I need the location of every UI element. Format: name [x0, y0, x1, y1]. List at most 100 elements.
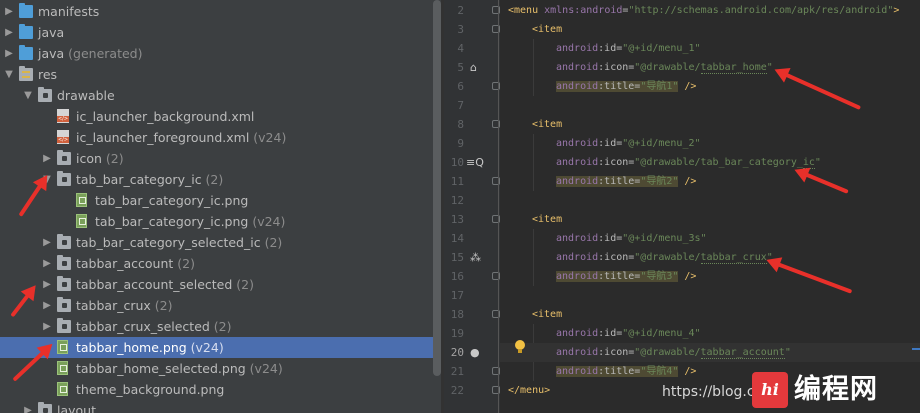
expand-right-icon[interactable]: ▶	[41, 295, 53, 316]
expand-down-icon[interactable]: ▼	[22, 85, 34, 106]
code-line[interactable]: <item	[500, 20, 920, 39]
code-line[interactable]: android:icon="@drawable/tab_bar_category…	[500, 153, 920, 172]
code-token: :title=	[598, 81, 641, 92]
code-line[interactable]: android:icon="@drawable/tabbar_account"	[500, 343, 920, 362]
tree-item[interactable]: tabbar_home_selected.png (v24)	[0, 358, 441, 379]
line-number: 16	[450, 270, 464, 283]
line-number: 7	[457, 99, 464, 112]
tree-item[interactable]: ▶ tabbar_account (2)	[0, 253, 441, 274]
code-line[interactable]	[500, 286, 920, 305]
tree-item[interactable]: ▶ tabbar_crux_selected (2)	[0, 316, 441, 337]
folder-icon	[38, 402, 52, 413]
tree-item[interactable]: ▶ java	[0, 22, 441, 43]
png-file-icon	[76, 214, 87, 228]
code-line[interactable]: android:id="@+id/menu_3s"	[500, 229, 920, 248]
code-token: <item	[532, 214, 563, 225]
folder-icon	[57, 255, 71, 270]
line-number: 22	[450, 384, 464, 397]
code-line[interactable]: <item	[500, 115, 920, 134]
expand-right-icon[interactable]: ▶	[22, 400, 34, 413]
code-editor[interactable]: <menu xmlns:android="http://schemas.andr…	[500, 0, 920, 413]
code-token: android	[556, 62, 599, 73]
code-token: "导航1"	[640, 81, 679, 92]
code-line[interactable]: android:icon="@drawable/tabbar_crux"	[500, 248, 920, 267]
intention-bulb-icon[interactable]	[515, 340, 525, 353]
tree-item[interactable]: </> ic_launcher_foreground.xml (v24)	[0, 127, 441, 148]
tree-item-suffix: (generated)	[64, 46, 143, 61]
code-token: tabbar_crux	[700, 252, 767, 264]
tree-item-label: tabbar_account	[76, 256, 174, 271]
tree-item[interactable]: ▼ res	[0, 64, 441, 85]
line-number: 14	[450, 232, 464, 245]
tree-item[interactable]: </> ic_launcher_background.xml	[0, 106, 441, 127]
code-token: :icon=	[598, 62, 635, 73]
account-icon[interactable]: ●	[470, 346, 480, 359]
tree-item-label: tabbar_home_selected.png	[76, 361, 246, 376]
line-number: 12	[450, 194, 464, 207]
code-token: <item	[532, 119, 563, 130]
tree-item[interactable]: ▶ tabbar_account_selected (2)	[0, 274, 441, 295]
tree-item[interactable]: ▼ drawable	[0, 85, 441, 106]
tree-item[interactable]: ▶ tabbar_crux (2)	[0, 295, 441, 316]
expand-right-icon[interactable]: ▶	[41, 232, 53, 253]
expand-right-icon[interactable]: ▶	[3, 1, 15, 22]
tree-item[interactable]: tabbar_home.png (v24)	[0, 337, 441, 358]
expand-right-icon[interactable]: ▶	[41, 253, 53, 274]
line-number: 10	[450, 156, 464, 169]
tree-item[interactable]: ▼tab_bar_category_ic (2)	[0, 169, 441, 190]
tree-item[interactable]: ▶ tab_bar_category_selected_ic (2)	[0, 232, 441, 253]
code-token: :id=	[598, 43, 623, 54]
crux-icon[interactable]: ⁂	[470, 251, 481, 264]
tree-item[interactable]: tab_bar_category_ic.png	[0, 190, 441, 211]
code-token: android	[556, 43, 599, 54]
code-line[interactable]: android:title="导航2" />	[500, 172, 920, 191]
code-token: "@+id/menu_4"	[622, 328, 701, 339]
code-line[interactable]: android:id="@+id/menu_4"	[500, 324, 920, 343]
category-search-icon[interactable]: ≡Q	[466, 156, 484, 169]
code-line[interactable]: android:id="@+id/menu_1"	[500, 39, 920, 58]
line-number: 18	[450, 308, 464, 321]
code-line[interactable]: android:title="导航3" />	[500, 267, 920, 286]
code-line[interactable]	[500, 191, 920, 210]
expand-right-icon[interactable]: ▶	[3, 43, 15, 64]
line-number: 2	[457, 4, 464, 17]
code-line[interactable]: android:title="导航1" />	[500, 77, 920, 96]
tree-item[interactable]: ▶ java (generated)	[0, 43, 441, 64]
code-token: :title=	[598, 176, 641, 187]
code-token: "	[766, 62, 773, 73]
code-line[interactable]: <item	[500, 210, 920, 229]
code-line[interactable]: android:id="@+id/menu_2"	[500, 134, 920, 153]
code-line[interactable]: <item	[500, 305, 920, 324]
code-token: xmlns:android	[544, 5, 623, 16]
code-token: tabbar_account	[700, 347, 785, 359]
code-line[interactable]: <menu xmlns:android="http://schemas.andr…	[500, 1, 920, 20]
expand-right-icon[interactable]: ▶	[41, 316, 53, 337]
tree-item-label: ic_launcher_background.xml	[76, 109, 255, 124]
png-file-icon	[57, 340, 68, 354]
tree-item[interactable]: ▶ icon (2)	[0, 148, 441, 169]
tree-item[interactable]: tab_bar_category_ic.png (v24)	[0, 211, 441, 232]
tree-item-label: theme_background.png	[76, 382, 225, 397]
tree-item-label: tab_bar_category_ic	[76, 172, 202, 187]
expand-right-icon[interactable]: ▶	[41, 148, 53, 169]
code-token: android	[556, 328, 599, 339]
tree-item-label: tabbar_home.png	[76, 340, 187, 355]
editor-scroll-marker[interactable]	[912, 348, 920, 350]
home-icon[interactable]: ⌂	[470, 61, 477, 74]
tree-item[interactable]: ▶ layout	[0, 400, 441, 413]
expand-right-icon[interactable]: ▶	[41, 274, 53, 295]
expand-down-icon[interactable]: ▼	[3, 64, 15, 85]
line-number: 8	[457, 118, 464, 131]
code-token: />	[678, 366, 697, 377]
expand-right-icon[interactable]: ▶	[3, 22, 15, 43]
tree-item[interactable]: theme_background.png	[0, 379, 441, 400]
tree-item-label: java	[38, 25, 65, 40]
code-token: "导航3"	[640, 271, 679, 282]
folder-icon	[57, 234, 71, 249]
code-line[interactable]: android:icon="@drawable/tabbar_home"	[500, 58, 920, 77]
code-token: "导航4"	[640, 366, 679, 377]
tree-item[interactable]: ▶ manifests	[0, 1, 441, 22]
watermark-site-name: 编程网	[794, 374, 878, 405]
folder-icon	[57, 297, 71, 312]
code-token: "	[814, 157, 821, 168]
